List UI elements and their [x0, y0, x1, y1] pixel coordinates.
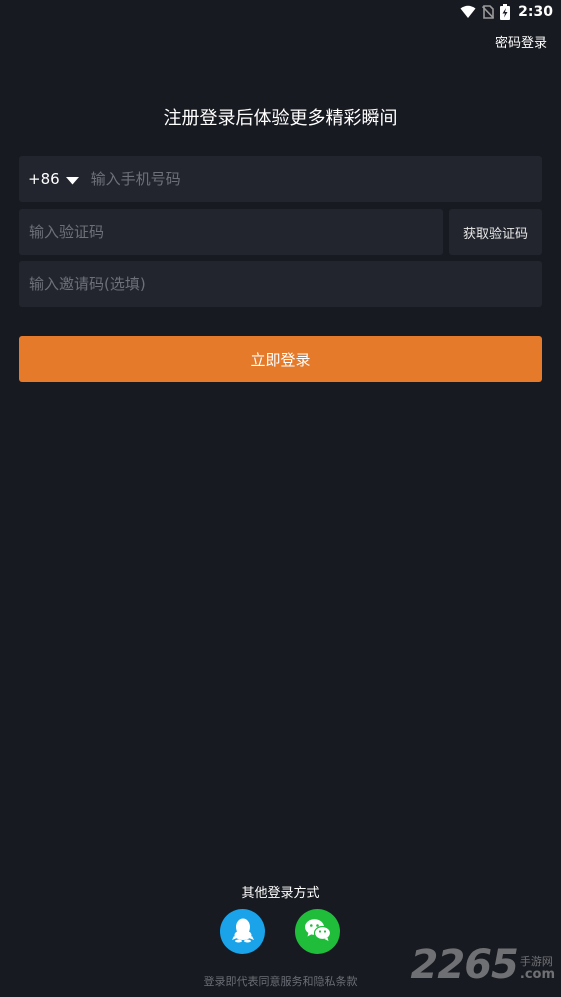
verification-code-field: [19, 209, 443, 255]
country-code-selector[interactable]: +86: [19, 156, 91, 202]
watermark-number: 2265: [410, 942, 519, 988]
battery-charging-icon: [500, 4, 511, 20]
qq-icon: [231, 917, 255, 947]
invite-code-field: [19, 261, 542, 307]
wechat-login-button[interactable]: [295, 909, 340, 954]
status-bar: 2:30: [460, 0, 561, 24]
phone-input[interactable]: [90, 156, 542, 202]
other-login-title: 其他登录方式: [241, 886, 320, 901]
no-sim-icon: [482, 5, 495, 19]
get-code-button[interactable]: 获取验证码: [449, 209, 542, 255]
country-code-label: +86: [28, 170, 60, 188]
caret-down-icon: [65, 170, 79, 189]
wifi-icon: [460, 5, 476, 19]
watermark-com: .com: [519, 966, 555, 982]
page-title: 注册登录后体验更多精彩瞬间: [163, 108, 398, 129]
wechat-icon: [304, 918, 332, 946]
verification-code-input[interactable]: [19, 209, 443, 255]
login-screen: 2:30 密码登录 注册登录后体验更多精彩瞬间 +86 获取验证码 立即登录 其…: [0, 0, 561, 997]
status-time: 2:30: [518, 4, 553, 20]
watermark-cn: 手游网: [519, 954, 553, 968]
qq-login-button[interactable]: [220, 909, 265, 954]
login-button[interactable]: 立即登录: [19, 336, 542, 382]
invite-code-input[interactable]: [19, 261, 542, 307]
watermark-logo: 2265 手游网 .com: [411, 945, 555, 985]
password-login-link[interactable]: 密码登录: [495, 32, 547, 51]
phone-field: +86: [19, 156, 542, 202]
